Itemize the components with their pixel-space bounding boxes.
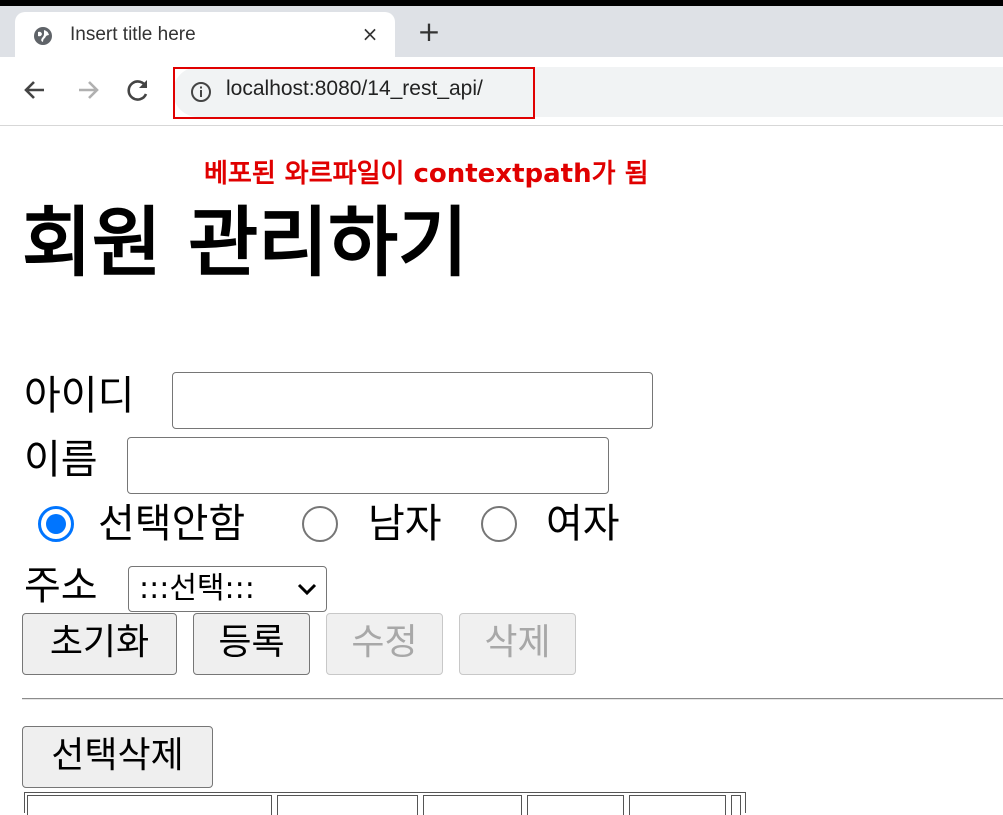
id-label: 아이디	[24, 373, 135, 419]
register-button[interactable]: 등록	[193, 613, 310, 675]
table-header-cell	[277, 795, 418, 815]
reset-button[interactable]: 초기화	[22, 613, 177, 675]
radio-none[interactable]	[38, 506, 74, 542]
browser-tab[interactable]: Insert title here ×	[15, 12, 395, 57]
back-arrow-icon[interactable]	[20, 75, 50, 105]
browser-toolbar: localhost:8080/14_rest_api/	[0, 57, 1003, 126]
divider	[22, 698, 1003, 700]
member-table	[24, 792, 746, 815]
close-tab-icon[interactable]: ×	[357, 21, 383, 47]
new-tab-button[interactable]: +	[414, 18, 444, 48]
annotation-note: 베포된 와르파일이 contextpath가 됨	[204, 159, 649, 189]
reload-icon[interactable]	[123, 75, 153, 105]
page-title: 회원 관리하기	[22, 198, 468, 287]
address-label: 주소	[24, 563, 98, 609]
edit-button[interactable]: 수정	[326, 613, 443, 675]
globe-icon	[34, 27, 52, 45]
radio-none-label: 선택안함	[98, 501, 246, 547]
tab-title: Insert title here	[70, 24, 196, 45]
radio-female[interactable]	[481, 506, 517, 542]
address-select-value: :::선택:::	[139, 571, 255, 606]
id-input[interactable]	[172, 372, 653, 429]
delete-button[interactable]: 삭제	[459, 613, 576, 675]
radio-male-label: 남자	[368, 501, 442, 547]
table-header-cell	[27, 795, 272, 815]
chevron-down-icon	[297, 583, 317, 596]
table-header-cell	[629, 795, 726, 815]
table-header-cell	[527, 795, 624, 815]
radio-female-label: 여자	[546, 501, 620, 547]
url-highlight-box	[173, 67, 535, 119]
name-input[interactable]	[127, 437, 609, 494]
name-label: 이름	[24, 437, 98, 483]
address-select[interactable]: :::선택:::	[128, 566, 327, 612]
table-header-cell	[731, 795, 741, 815]
tab-bar: Insert title here × +	[0, 6, 1003, 57]
table-header-cell	[423, 795, 522, 815]
forward-arrow-icon[interactable]	[73, 75, 103, 105]
radio-male[interactable]	[302, 506, 338, 542]
bulk-delete-button[interactable]: 선택삭제	[22, 726, 213, 788]
